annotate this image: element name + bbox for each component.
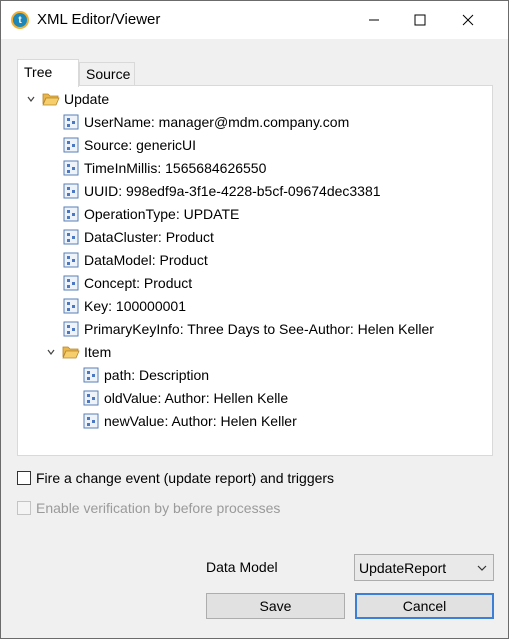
tree-leaf-label: OperationType: UPDATE <box>84 206 240 222</box>
tree-leaf[interactable]: oldValue: Author: Hellen Kelle <box>83 388 288 408</box>
chevron-down-icon[interactable] <box>24 92 38 106</box>
enable-verification-option: Enable verification by before processes <box>17 500 280 516</box>
xml-element-icon <box>63 206 79 222</box>
xml-element-icon <box>83 413 99 429</box>
minimize-button[interactable] <box>351 1 397 39</box>
tree-node-label: Item <box>84 344 112 360</box>
tree-leaf-label: oldValue: Author: Hellen Kelle <box>104 390 289 406</box>
tree-leaf-label: Concept: Product <box>84 275 193 291</box>
xml-element-icon <box>63 252 79 268</box>
app-logo-icon: t <box>11 11 29 29</box>
tree-leaf-label: PrimaryKeyInfo: Three Days to See-Author… <box>84 321 434 337</box>
tree-leaf-label: DataCluster: Product <box>84 229 214 245</box>
enable-verification-checkbox <box>17 501 31 515</box>
close-button[interactable] <box>445 1 491 39</box>
open-folder-icon <box>42 93 60 106</box>
tree-leaf-label: TimeInMillis: 1565684626550 <box>84 160 267 176</box>
title-bar[interactable]: t XML Editor/Viewer <box>1 1 508 39</box>
xml-element-icon <box>63 137 79 153</box>
xml-element-icon <box>63 321 79 337</box>
cancel-button[interactable]: Cancel <box>355 593 494 619</box>
tree-leaf[interactable]: UserName: manager@mdm.company.com <box>63 112 349 132</box>
tab-source[interactable]: Source <box>79 62 135 85</box>
window-title: XML Editor/Viewer <box>37 11 161 28</box>
tree-leaf[interactable]: DataCluster: Product <box>63 227 214 247</box>
xml-element-icon <box>63 183 79 199</box>
tree-node-item[interactable]: Item <box>44 342 111 362</box>
open-folder-icon <box>62 346 80 359</box>
tree-leaf-label: Key: 100000001 <box>84 298 186 314</box>
tree-leaf-label: newValue: Author: Helen Keller <box>104 413 297 429</box>
tree-leaf-label: DataModel: Product <box>84 252 208 268</box>
tree-leaf[interactable]: Source: genericUI <box>63 135 196 155</box>
fire-change-event-label: Fire a change event (update report) and … <box>36 470 335 486</box>
enable-verification-label: Enable verification by before processes <box>36 500 281 516</box>
chevron-down-icon[interactable] <box>44 345 58 359</box>
data-model-label: Data Model <box>206 559 278 575</box>
tree-leaf[interactable]: UUID: 998edf9a-3f1e-4228-b5cf-09674dec33… <box>63 181 381 201</box>
xml-element-icon <box>63 298 79 314</box>
fire-change-event-option[interactable]: Fire a change event (update report) and … <box>17 470 334 486</box>
tree-node-label: Update <box>64 91 110 107</box>
tree-leaf[interactable]: DataModel: Product <box>63 250 208 270</box>
tree-leaf[interactable]: Key: 100000001 <box>63 296 186 316</box>
close-icon <box>462 14 474 26</box>
xml-editor-window: t XML Editor/Viewer Tree Source Update U… <box>0 0 509 639</box>
tree-leaf-label: UserName: manager@mdm.company.com <box>84 114 350 130</box>
xml-element-icon <box>63 114 79 130</box>
data-model-select[interactable]: UpdateReport <box>354 554 494 581</box>
maximize-button[interactable] <box>397 1 443 39</box>
data-model-selected-value: UpdateReport <box>359 559 447 576</box>
minimize-icon <box>369 19 379 21</box>
tree-leaf[interactable]: newValue: Author: Helen Keller <box>83 411 297 431</box>
tree-leaf[interactable]: OperationType: UPDATE <box>63 204 239 224</box>
xml-element-icon <box>63 229 79 245</box>
tree-leaf-label: Source: genericUI <box>84 137 197 153</box>
tree-leaf[interactable]: path: Description <box>83 365 209 385</box>
xml-element-icon <box>83 390 99 406</box>
tree-leaf-label: path: Description <box>104 367 210 383</box>
tree-leaf[interactable]: Concept: Product <box>63 273 192 293</box>
tree-node-update[interactable]: Update <box>24 89 109 109</box>
fire-change-event-checkbox[interactable] <box>17 471 31 485</box>
xml-tree-panel[interactable]: Update UserName: manager@mdm.company.com… <box>17 85 493 456</box>
chevron-down-icon <box>477 565 487 571</box>
xml-element-icon <box>83 367 99 383</box>
tree-leaf[interactable]: PrimaryKeyInfo: Three Days to See-Author… <box>63 319 434 339</box>
xml-element-icon <box>63 160 79 176</box>
maximize-icon <box>414 14 426 26</box>
save-button[interactable]: Save <box>206 593 345 619</box>
tree-leaf-label: UUID: 998edf9a-3f1e-4228-b5cf-09674dec33… <box>84 183 381 199</box>
tree-leaf[interactable]: TimeInMillis: 1565684626550 <box>63 158 266 178</box>
tab-tree[interactable]: Tree <box>17 59 79 87</box>
xml-element-icon <box>63 275 79 291</box>
